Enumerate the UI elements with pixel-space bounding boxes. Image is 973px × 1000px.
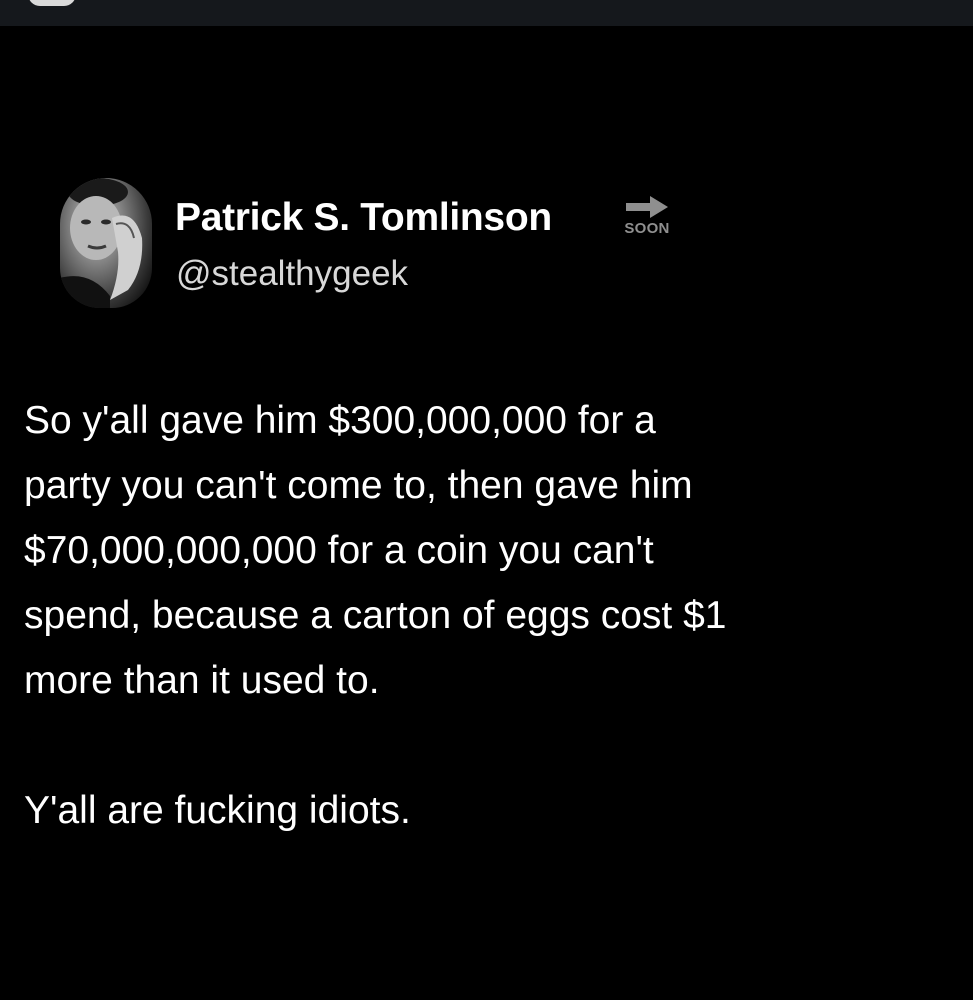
author-avatar[interactable] [60,178,152,308]
tweet-text-line: spend, because a carton of eggs cost $1 [24,594,727,637]
author-display-name[interactable]: Patrick S. Tomlinson [175,196,552,240]
arrow-right-icon [626,196,668,218]
tweet-body: So y'all gave him $300,000,000 for a par… [24,388,954,843]
tweet-closing-line: Y'all are fucking idiots. [24,789,411,832]
tweet-card: Patrick S. Tomlinson SOON @stealthygeek … [0,26,973,1000]
avatar-photo [60,178,143,308]
author-handle[interactable]: @stealthygeek [176,254,408,294]
tweet-text-line: party you can't come to, then gave him [24,464,693,507]
top-bar [0,0,973,26]
tweet-text-line: $70,000,000,000 for a coin you can't [24,529,654,572]
tweet-text-line: So y'all gave him $300,000,000 for a [24,399,656,442]
partial-app-icon [28,0,76,6]
badge-label: SOON [624,220,670,237]
tweet-text-line: more than it used to. [24,659,380,702]
soon-badge: SOON [618,194,676,242]
paragraph-spacer [24,713,954,778]
